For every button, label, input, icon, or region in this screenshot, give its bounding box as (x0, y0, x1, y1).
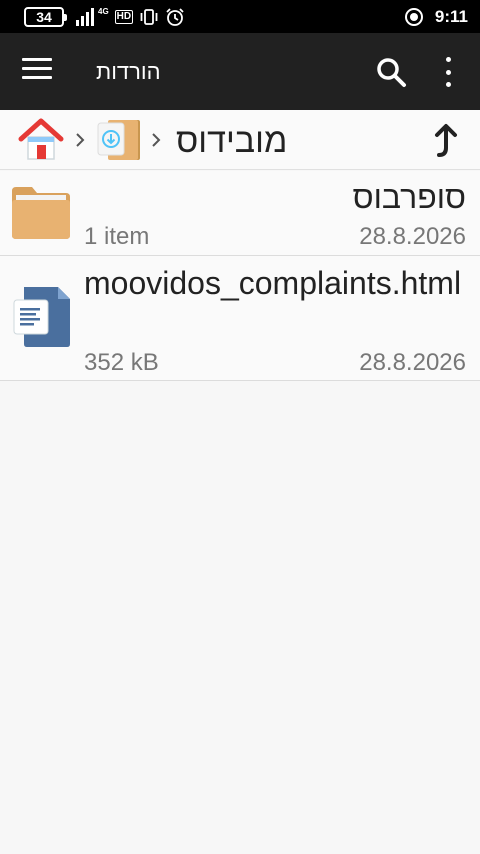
list-item[interactable]: moovidos_complaints.html 352 kB 28.8.202… (0, 256, 480, 381)
breadcrumb-current[interactable]: מובידוס (176, 122, 287, 161)
status-bar: 34 4G HD 9:11 (0, 0, 480, 33)
app-toolbar: הורדות (0, 33, 480, 110)
status-right: 9:11 (403, 0, 468, 33)
file-info: 1 item (84, 223, 150, 250)
battery-level: 34 (36, 9, 52, 25)
chevron-right-icon (76, 133, 85, 147)
alarm-icon (166, 8, 184, 26)
clock: 9:11 (434, 6, 468, 26)
hamburger-menu-icon[interactable] (22, 58, 52, 82)
breadcrumb: מובידוס (0, 110, 480, 170)
empty-list-area (0, 382, 480, 854)
vibrate-icon (140, 9, 158, 25)
home-icon[interactable] (18, 118, 64, 162)
location-record-icon (404, 7, 423, 26)
folder-icon (12, 187, 70, 239)
html-document-icon (13, 287, 70, 347)
more-vertical-icon[interactable] (438, 57, 458, 87)
file-info: 352 kB (84, 349, 159, 376)
list-item[interactable]: סופרבוס 1 item 28.8.2026 (0, 171, 480, 256)
file-name: moovidos_complaints.html (84, 265, 462, 301)
hd-voice-badge: HD (114, 10, 134, 24)
status-left: 34 4G HD (24, 6, 185, 28)
file-name: סופרבוס (352, 179, 466, 215)
battery-icon: 34 (24, 7, 67, 27)
search-icon[interactable] (374, 55, 408, 89)
network-type: 4G (98, 6, 109, 16)
download-folder-icon[interactable] (96, 117, 142, 163)
page-title: הורדות (96, 59, 161, 84)
file-date: 28.8.2026 (359, 223, 466, 250)
signal-icon (76, 8, 94, 26)
chevron-right-icon (152, 133, 161, 147)
navigate-up-icon[interactable] (430, 122, 462, 160)
file-date: 28.8.2026 (359, 349, 466, 376)
